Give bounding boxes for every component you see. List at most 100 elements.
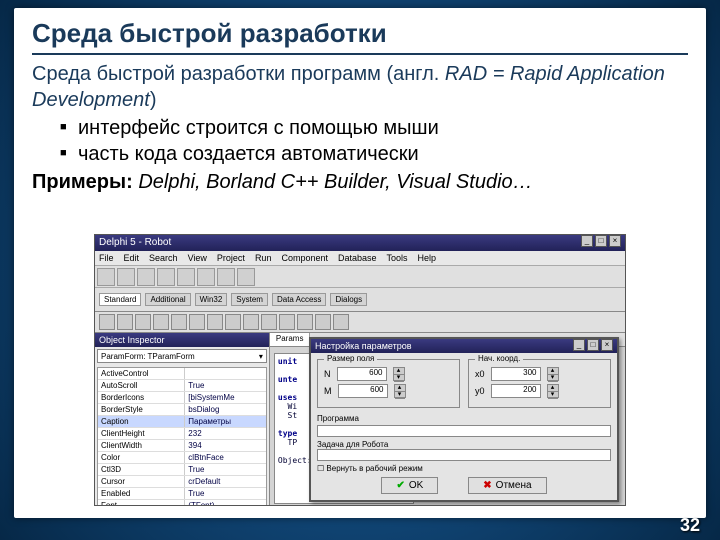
group-start-coords: Нач. коорд. x0 300 ▴▾ y0 200 ▴▾ <box>468 359 611 408</box>
toolbar-button[interactable] <box>117 268 135 286</box>
palette-component[interactable] <box>243 314 259 330</box>
property-value[interactable]: crDefault <box>185 476 266 487</box>
palette-component[interactable] <box>153 314 169 330</box>
combo-value: ParamForm: TParamForm <box>101 352 195 361</box>
page-number: 32 <box>680 515 700 536</box>
palette-component[interactable] <box>315 314 331 330</box>
property-row[interactable]: ActiveControl <box>98 368 266 380</box>
prog-path-input[interactable] <box>317 425 611 437</box>
form-titlebar[interactable]: Настройка параметров _ □ × <box>311 339 617 353</box>
toolbar-button[interactable] <box>237 268 255 286</box>
inspector-combo[interactable]: ParamForm: TParamForm ▾ <box>97 349 267 363</box>
palette-component[interactable] <box>261 314 277 330</box>
menu-item[interactable]: Edit <box>124 253 140 263</box>
menu-item[interactable]: Search <box>149 253 178 263</box>
spin-n[interactable]: ▴▾ <box>393 367 405 381</box>
palette-component[interactable] <box>207 314 223 330</box>
minimize-button[interactable]: _ <box>573 339 585 351</box>
palette-tab[interactable]: Dialogs <box>330 293 367 306</box>
ide-title: Delphi 5 - Robot <box>99 235 171 251</box>
palette-component[interactable] <box>99 314 115 330</box>
spin-y0[interactable]: ▴▾ <box>547 384 559 398</box>
property-value[interactable]: True <box>185 488 266 499</box>
toolbar-button[interactable] <box>217 268 235 286</box>
property-value[interactable]: Параметры <box>185 416 266 427</box>
property-row[interactable]: Ctl3DTrue <box>98 464 266 476</box>
palette-tab[interactable]: Additional <box>145 293 190 306</box>
property-grid[interactable]: ActiveControlAutoScrollTrueBorderIcons[b… <box>97 367 267 506</box>
property-row[interactable]: ClientWidth394 <box>98 440 266 452</box>
property-value[interactable]: (TFont) <box>185 500 266 506</box>
code-kw: type <box>278 429 297 438</box>
code-text: TP <box>288 438 298 447</box>
menu-item[interactable]: Project <box>217 253 245 263</box>
input-y0[interactable]: 200 <box>491 384 541 398</box>
maximize-button[interactable]: □ <box>587 339 599 351</box>
toolbar-button[interactable] <box>97 268 115 286</box>
palette-component[interactable] <box>297 314 313 330</box>
property-row[interactable]: BorderIcons[biSystemMe <box>98 392 266 404</box>
menu-item[interactable]: Database <box>338 253 377 263</box>
palette-tab[interactable]: Data Access <box>272 293 326 306</box>
property-value[interactable]: 232 <box>185 428 266 439</box>
cancel-button[interactable]: ✖Отмена <box>468 477 546 494</box>
toolbar-button[interactable] <box>137 268 155 286</box>
minimize-button[interactable]: _ <box>581 235 593 247</box>
ide-titlebar[interactable]: Delphi 5 - Robot _ □ × <box>95 235 625 251</box>
property-row[interactable]: Font(TFont) <box>98 500 266 506</box>
menu-item[interactable]: Help <box>418 253 437 263</box>
property-value[interactable]: clBtnFace <box>185 452 266 463</box>
property-value[interactable] <box>185 368 266 379</box>
toolbar-button[interactable] <box>157 268 175 286</box>
input-m[interactable]: 600 <box>338 384 388 398</box>
menu-item[interactable]: Run <box>255 253 272 263</box>
close-button[interactable]: × <box>601 339 613 351</box>
palette-component[interactable] <box>333 314 349 330</box>
input-x0[interactable]: 300 <box>491 367 541 381</box>
palette-component[interactable] <box>171 314 187 330</box>
cancel-label: Отмена <box>496 480 532 491</box>
menu-item[interactable]: File <box>99 253 114 263</box>
task-path-input[interactable] <box>317 449 611 461</box>
palette-component[interactable] <box>117 314 133 330</box>
palette-component[interactable] <box>225 314 241 330</box>
palette-component[interactable] <box>189 314 205 330</box>
spin-x0[interactable]: ▴▾ <box>547 367 559 381</box>
property-row[interactable]: EnabledTrue <box>98 488 266 500</box>
palette-tab[interactable]: Standard <box>99 293 141 306</box>
close-button[interactable]: × <box>609 235 621 247</box>
menu-item[interactable]: View <box>188 253 207 263</box>
toolbar-button[interactable] <box>197 268 215 286</box>
group-title: Размер поля <box>324 354 377 363</box>
input-n[interactable]: 600 <box>337 367 387 381</box>
toolbar-button[interactable] <box>177 268 195 286</box>
checkbox-icon[interactable]: ☐ <box>317 464 324 473</box>
menu-item[interactable]: Tools <box>387 253 408 263</box>
menu-item[interactable]: Component <box>281 253 328 263</box>
ok-button[interactable]: ✔OK <box>381 477 438 494</box>
palette-tab[interactable]: System <box>231 293 268 306</box>
palette-tab[interactable]: Win32 <box>195 293 228 306</box>
property-value[interactable]: True <box>185 380 266 391</box>
code-tab[interactable]: Params <box>270 333 311 346</box>
property-row[interactable]: BorderStylebsDialog <box>98 404 266 416</box>
palette-component[interactable] <box>279 314 295 330</box>
property-name: BorderIcons <box>98 392 185 403</box>
property-value[interactable]: [biSystemMe <box>185 392 266 403</box>
property-value[interactable]: True <box>185 464 266 475</box>
form-window[interactable]: Настройка параметров _ □ × Размер поля <box>309 337 619 502</box>
palette-component[interactable] <box>135 314 151 330</box>
spin-m[interactable]: ▴▾ <box>394 384 406 398</box>
property-value[interactable]: 394 <box>185 440 266 451</box>
maximize-button[interactable]: □ <box>595 235 607 247</box>
title-rule <box>32 53 688 55</box>
ide-window: Delphi 5 - Robot _ □ × File Edit Search … <box>94 234 626 506</box>
property-row[interactable]: AutoScrollTrue <box>98 380 266 392</box>
menubar[interactable]: File Edit Search View Project Run Compon… <box>95 251 625 266</box>
property-row[interactable]: ClientHeight232 <box>98 428 266 440</box>
property-row[interactable]: CaptionПараметры <box>98 416 266 428</box>
property-row[interactable]: CursorcrDefault <box>98 476 266 488</box>
property-value[interactable]: bsDialog <box>185 404 266 415</box>
property-row[interactable]: ColorclBtnFace <box>98 452 266 464</box>
check-icon: ✔ <box>396 480 404 491</box>
